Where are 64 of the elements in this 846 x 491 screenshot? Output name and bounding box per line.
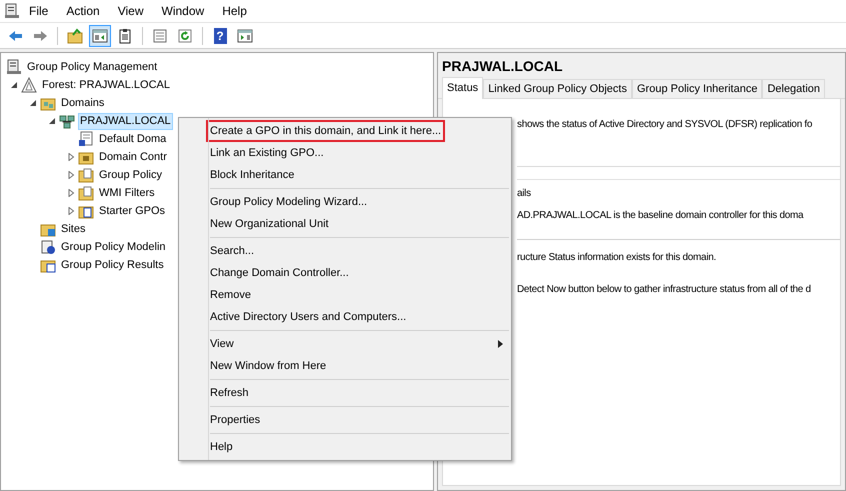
collapsed-arrow-icon[interactable] xyxy=(67,189,75,197)
menu-item[interactable]: Remove xyxy=(210,284,251,306)
tab[interactable]: Delegation xyxy=(762,79,826,98)
menu-item[interactable]: New Organizational Unit xyxy=(210,213,329,235)
tree-item[interactable]: Group Policy Modelin xyxy=(59,238,168,256)
tab[interactable]: Linked Group Policy Objects xyxy=(483,79,632,98)
menu-item[interactable]: Window xyxy=(152,1,214,21)
tab[interactable]: Status xyxy=(442,77,484,99)
menu-item[interactable]: Search... xyxy=(210,240,254,262)
tree-item[interactable]: Group Policy xyxy=(97,166,164,184)
menu-item[interactable]: File xyxy=(20,1,58,21)
section-heading: ails xyxy=(517,187,531,200)
tree-item[interactable]: Group Policy Results xyxy=(59,256,166,274)
collapsed-arrow-icon[interactable] xyxy=(67,171,75,179)
document-icon xyxy=(40,239,56,255)
folder-icon xyxy=(78,185,94,201)
menu-item[interactable]: Change Domain Controller... xyxy=(210,262,349,284)
menu-item[interactable]: Create a GPO in this domain, and Link it here... xyxy=(206,120,446,142)
toolbar-button[interactable] xyxy=(89,24,111,46)
detect-note: Detect Now button below to gather infrastructure status from all of the d xyxy=(517,283,811,296)
document-icon xyxy=(78,131,94,147)
menu-item[interactable]: Link an Existing GPO... xyxy=(210,142,324,164)
folder-up-icon xyxy=(67,28,83,44)
collapsed-arrow-icon[interactable] xyxy=(67,207,75,215)
refresh-icon xyxy=(177,28,193,44)
console-pane-icon xyxy=(237,28,253,44)
menu-item[interactable]: Block Inheritance xyxy=(210,164,294,186)
tree-item[interactable]: PRAJWAL.LOCAL xyxy=(78,112,173,130)
tree-item[interactable]: WMI Filters xyxy=(97,184,157,202)
collapsed-arrow-icon[interactable] xyxy=(67,153,75,161)
menu-item[interactable]: New Window from Here xyxy=(210,355,326,377)
console-icon xyxy=(6,59,22,75)
menu-item[interactable]: Action xyxy=(57,1,109,21)
folder-icon xyxy=(78,167,94,183)
baseline-note: AD.PRAJWAL.LOCAL is the baseline domain controller for this doma xyxy=(517,209,804,222)
tree-item[interactable]: Starter GPOs xyxy=(97,202,168,220)
tree-item[interactable]: Domains xyxy=(59,94,106,112)
app-icon xyxy=(4,3,20,19)
menu-item[interactable]: Properties xyxy=(210,409,260,431)
help-icon: ? xyxy=(214,28,226,44)
tree-item[interactable]: Domain Contr xyxy=(97,148,169,166)
menu-item[interactable]: Help xyxy=(213,1,256,21)
status-note: ructure Status information exists for this domain. xyxy=(517,251,716,264)
menu-item[interactable]: Group Policy Modeling Wizard... xyxy=(210,191,368,213)
tree-item[interactable]: Default Doma xyxy=(97,130,168,148)
expanded-arrow-icon[interactable] xyxy=(48,117,56,125)
tree-pane-icon xyxy=(92,28,108,44)
triangle-icon xyxy=(21,77,37,93)
expanded-arrow-icon[interactable] xyxy=(29,99,37,107)
tab[interactable]: Group Policy Inheritance xyxy=(632,79,762,98)
menu-item[interactable]: View xyxy=(108,1,152,21)
clipboard-icon xyxy=(117,28,133,44)
expanded-arrow-icon[interactable] xyxy=(10,81,18,89)
tree-item[interactable]: Group Policy Management xyxy=(25,58,160,76)
tree-item[interactable]: Forest: PRAJWAL.LOCAL xyxy=(40,76,172,94)
status-description: shows the status of Active Directory and SYSVOL (DFSR) replication fo xyxy=(517,118,812,131)
menu-item[interactable]: Refresh xyxy=(210,382,249,404)
menu-item[interactable]: Active Directory Users and Computers... xyxy=(210,306,406,328)
tree-item[interactable]: Sites xyxy=(59,220,88,238)
menu-item[interactable]: View xyxy=(210,333,234,355)
list-icon xyxy=(152,28,168,44)
menu-item[interactable]: Help xyxy=(210,436,233,458)
network-icon xyxy=(59,113,75,129)
details-title: PRAJWAL.LOCAL xyxy=(441,57,564,75)
